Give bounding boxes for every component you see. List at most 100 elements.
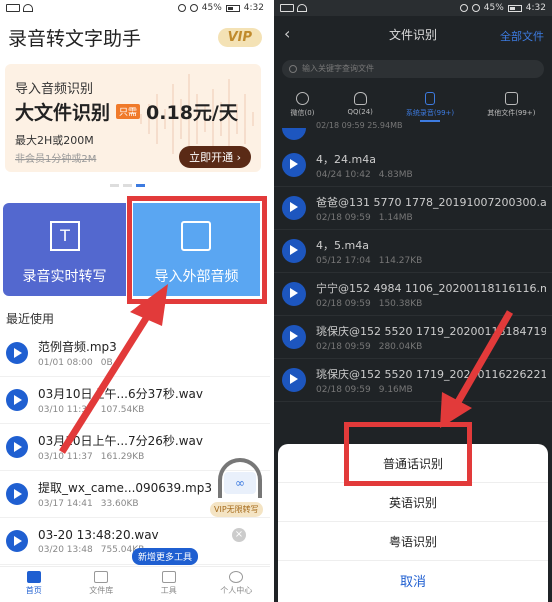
file-date: 02/18 09:59: [316, 212, 371, 223]
promo-banner[interactable]: 导入音频识别 大文件识别 只需 0.18元/天 最大2H或200M 非会员1分钟…: [5, 64, 261, 172]
tab-wechat[interactable]: 微信(0): [291, 92, 314, 122]
all-files-link[interactable]: 全部文件: [500, 28, 544, 44]
file-rows: 4，24.m4a 04/24 10:42 4.83MB 爸爸@131 5770 177…: [274, 144, 552, 402]
file-recognition-header: ‹ 文件识别 全部文件: [274, 18, 552, 50]
play-icon[interactable]: [282, 196, 306, 220]
recent-item-text: 03月10日上午...7分26秒.wav 03/10 11:37 161.29KB: [38, 432, 203, 462]
file-item[interactable]: 珧保庆@152 5520 1719_20200118184719.m4a 02/1…: [274, 316, 552, 359]
play-icon[interactable]: [6, 389, 28, 411]
search-input[interactable]: 输入关键字查询文件: [282, 60, 544, 78]
file-date: 03/10 11:37: [38, 452, 93, 462]
file-size: 114.27KB: [378, 255, 423, 266]
file-name: 4，24.m4a: [316, 152, 376, 166]
vip-badge[interactable]: VIP: [217, 27, 262, 47]
status-bar: 45% 4:32: [0, 0, 270, 16]
back-arrow-icon[interactable]: ‹: [284, 24, 290, 43]
alarm-icon: [459, 4, 468, 12]
file-item[interactable]: 爸爸@131 5770 1778_20191007200300.amr 02/18…: [274, 187, 552, 230]
file-date: 03/17 14:41: [38, 499, 93, 509]
play-icon[interactable]: [6, 530, 28, 552]
highlight-box-mandarin: [344, 422, 472, 486]
tab-other-files[interactable]: 其他文件(99+): [487, 92, 535, 122]
clock: 4:32: [525, 3, 546, 13]
file-meta: 03/10 11:36 107.54KB: [38, 405, 203, 415]
file-item[interactable]: 4，5.m4a 05/12 17:04 114.27KB: [274, 230, 552, 273]
file-date: 01/01 08:00: [38, 358, 93, 368]
only-tag: 只需: [116, 104, 141, 119]
file-name: 03-20 13:48:20.wav: [38, 527, 159, 542]
file-date: 02/18 09:59: [316, 341, 371, 352]
file-meta: 02/18 09:59 9.16MB: [316, 385, 546, 395]
tab-system-recordings[interactable]: 系统录音(99+): [406, 92, 454, 122]
tab-label: 个人中心: [220, 586, 253, 595]
file-meta: 02/18 09:59 150.38KB: [316, 299, 546, 309]
tab-qq[interactable]: QQ(24): [347, 92, 373, 122]
play-icon[interactable]: [282, 325, 306, 349]
file-name: 4，5.m4a: [316, 238, 369, 252]
wifi-icon: [297, 4, 307, 12]
file-name: 珧保庆@152 5520 1719_20200116226221905.amr: [316, 367, 546, 381]
play-icon[interactable]: [6, 342, 28, 364]
file-item-text: 宁宁@152 4984 1106_20200118116116.m4a 02/18…: [316, 280, 546, 309]
play-icon[interactable]: [282, 239, 306, 263]
highlight-box-import: [127, 196, 267, 304]
file-name: 爸爸@131 5770 1778_20191007200300.amr: [316, 195, 546, 209]
file-name: 珧保庆@152 5520 1719_20200118184719.m4a: [316, 324, 546, 338]
option-english[interactable]: 英语识别: [278, 483, 548, 522]
recent-item[interactable]: 范例音频.mp3 01/01 08:00 0B: [0, 330, 270, 377]
play-icon[interactable]: [282, 153, 306, 177]
file-meta: 03/10 11:37 161.29KB: [38, 452, 203, 462]
grid-icon: [504, 92, 518, 105]
play-icon[interactable]: [6, 483, 28, 505]
file-item-text: 爸爸@131 5770 1778_20191007200300.amr 02/18…: [316, 194, 546, 223]
close-icon[interactable]: ×: [232, 528, 246, 542]
bottom-tab-bar: 首页 文件库 工具 个人中心: [0, 566, 270, 602]
battery-icon: [225, 4, 240, 12]
file-date: 02/18 09:59: [316, 384, 371, 395]
file-meta: 01/01 08:00 0B: [38, 358, 121, 368]
file-size: 4.83MB: [378, 169, 413, 180]
recent-item[interactable]: 03月10日上午...6分37秒.wav 03/10 11:36 107.54KB: [0, 377, 270, 424]
tab-home[interactable]: 首页: [0, 567, 68, 602]
file-name: 提取_wx_came...090639.mp3: [38, 481, 212, 495]
vip-unlimited-tag: VIP无限转写: [210, 502, 263, 517]
app-title: 录音转文字助手: [8, 27, 142, 50]
file-date: 03/20 13:48: [38, 544, 93, 555]
play-icon[interactable]: [282, 368, 306, 392]
tab-profile[interactable]: 个人中心: [203, 567, 271, 602]
file-item-text: 4，24.m4a 04/24 10:42 4.83MB: [316, 151, 546, 180]
right-screen: 45% 4:32 ‹ 文件识别 全部文件 输入关键字查询文件 微信(0) QQ(…: [274, 0, 552, 602]
play-icon[interactable]: [6, 436, 28, 458]
battery-percent: 45%: [201, 3, 222, 13]
toolbox-icon: [161, 571, 176, 583]
file-item[interactable]: 宁宁@152 4984 1106_20200118116116.m4a 02/18…: [274, 273, 552, 316]
banner-limit: 最大2H或200M: [15, 134, 94, 147]
tab-label: 其他文件(99+): [487, 109, 536, 117]
carousel-dot-active: [136, 184, 145, 187]
cancel-button[interactable]: 取消: [278, 561, 548, 600]
banner-subtitle: 导入音频识别: [15, 82, 94, 97]
tab-label: QQ(24): [347, 108, 373, 116]
tab-tools[interactable]: 工具: [135, 567, 203, 602]
source-tabs: 微信(0) QQ(24) 系统录音(99+) 其他文件(99+): [274, 92, 552, 122]
infinity-icon: ∞: [224, 472, 256, 494]
record-transcribe-tile[interactable]: T 录音实时转写: [3, 203, 126, 296]
file-item[interactable]: 珧保庆@152 5520 1719_20200116226221905.amr 0…: [274, 359, 552, 402]
file-size: 33.60KB: [100, 499, 139, 509]
vip-float-widget[interactable]: ∞ VIP无限转写: [210, 458, 270, 520]
tab-file-library[interactable]: 文件库: [68, 567, 136, 602]
carousel-dot: [123, 184, 132, 187]
file-date: 02/18 09:59: [316, 298, 371, 309]
open-now-button[interactable]: 立即开通 ›: [179, 146, 251, 168]
recent-item-text: 03月10日上午...6分37秒.wav 03/10 11:36 107.54KB: [38, 385, 203, 415]
play-icon[interactable]: [282, 282, 306, 306]
file-size: 280.04KB: [378, 341, 423, 352]
file-name: 03月10日上午...7分26秒.wav: [38, 434, 203, 448]
carousel-dots: [110, 184, 145, 187]
option-cantonese[interactable]: 粤语识别: [278, 522, 548, 561]
banner-price: 0.18元/天: [146, 102, 238, 124]
left-screen: 45% 4:32 录音转文字助手 VIP 导入音频识别 大文件识别 只需 0.1…: [0, 0, 270, 602]
file-item[interactable]: 4，24.m4a 04/24 10:42 4.83MB: [274, 144, 552, 187]
qq-icon: [353, 92, 367, 105]
open-now-label: 立即开通: [189, 151, 234, 164]
